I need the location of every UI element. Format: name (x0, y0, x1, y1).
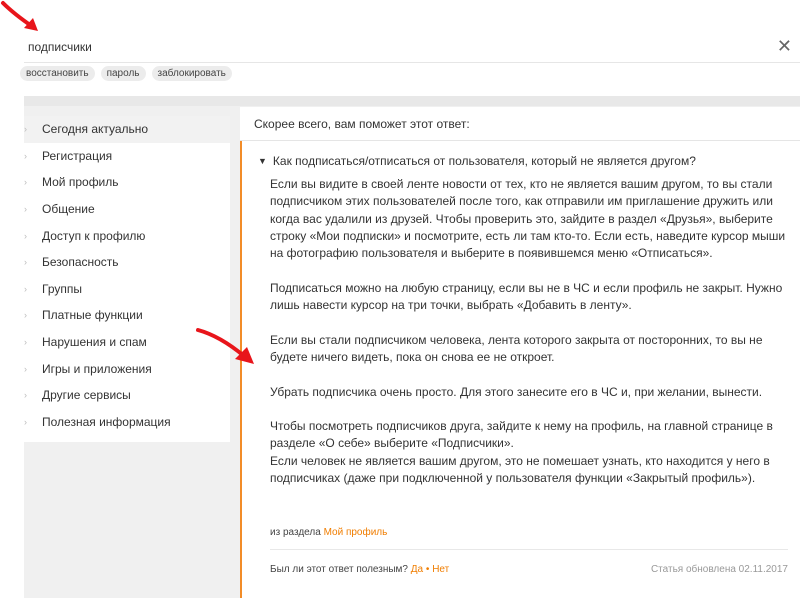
chevron-right-icon: › (24, 204, 27, 215)
answer-paragraph: Чтобы посмотреть подписчиков друга, зайд… (270, 419, 773, 451)
feedback-separator: • (425, 564, 430, 575)
updated-date: Статья обновлена 02.11.2017 (650, 564, 788, 575)
sidebar-item-groups[interactable]: › Группы (24, 276, 230, 303)
chevron-right-icon: › (24, 416, 27, 427)
chevron-right-icon: › (24, 337, 27, 348)
sidebar-item-label: Мой профиль (42, 175, 119, 190)
sidebar-item-paid-features[interactable]: › Платные функции (24, 302, 230, 329)
answer-paragraph: Если вы стали подписчиком человека, лент… (270, 332, 763, 364)
sidebar-item-my-profile[interactable]: › Мой профиль (24, 169, 230, 196)
suggestion-chip[interactable]: заблокировать (151, 66, 232, 81)
sidebar-item-label: Другие сервисы (42, 388, 131, 403)
chevron-right-icon: › (24, 390, 27, 401)
sidebar-item-communication[interactable]: › Общение (24, 196, 230, 223)
answer-panel: Скорее всего, вам поможет этот ответ: ▼ … (240, 107, 800, 598)
sidebar-item-label: Группы (42, 281, 82, 296)
question-toggle[interactable]: ▼ Как подписаться/отписаться от пользова… (258, 154, 696, 168)
section-link[interactable]: Мой профиль (324, 527, 388, 538)
divider (270, 549, 788, 550)
chevron-right-icon: › (24, 310, 27, 321)
chevron-right-icon: › (24, 283, 27, 294)
question-title: Как подписаться/отписаться от пользовате… (272, 154, 696, 168)
chevron-right-icon: › (24, 150, 27, 161)
chevron-right-icon: › (24, 230, 27, 241)
chevron-right-icon: › (24, 177, 27, 188)
feedback-question: Был ли этот ответ полезным? (270, 564, 408, 575)
sidebar-item-label: Регистрация (42, 148, 113, 163)
triangle-down-icon: ▼ (258, 156, 267, 166)
chevron-right-icon: › (24, 363, 27, 374)
answer-article: ▼ Как подписаться/отписаться от пользова… (240, 141, 800, 598)
suggestion-chip[interactable]: восстановить (20, 66, 95, 81)
search-area: ✕ восстановить пароль заблокировать (0, 0, 800, 96)
search-input[interactable] (28, 40, 728, 54)
sidebar-item-label: Доступ к профилю (42, 228, 146, 243)
chevron-right-icon: › (24, 257, 27, 268)
search-suggestions: восстановить пароль заблокировать (20, 66, 232, 81)
sidebar-item-label: Игры и приложения (42, 361, 152, 376)
sidebar-item-registration[interactable]: › Регистрация (24, 143, 230, 170)
sidebar-item-label: Нарушения и спам (42, 335, 147, 350)
suggestion-chip[interactable]: пароль (100, 66, 146, 81)
sidebar-item-games[interactable]: › Игры и приложения (24, 355, 230, 382)
sidebar-item-useful-info[interactable]: › Полезная информация (24, 409, 230, 436)
chevron-right-icon: › (24, 124, 27, 135)
help-page: › Сегодня актуально › Регистрация › Мой про… (24, 96, 800, 598)
sidebar-item-today[interactable]: › Сегодня актуально (24, 116, 230, 143)
top-strip (24, 96, 800, 106)
answer-body: Если вы видите в своей ленте новости от … (270, 176, 790, 487)
feedback-no-link[interactable]: Нет (432, 564, 449, 575)
answer-paragraph: Если вы видите в своей ленте новости от … (270, 177, 786, 261)
feedback-yes-link[interactable]: Да (411, 564, 423, 575)
sidebar-item-label: Сегодня актуально (42, 122, 149, 137)
sidebar-item-other-services[interactable]: › Другие сервисы (24, 382, 230, 409)
answer-paragraph: Убрать подписчика очень просто. Для этог… (270, 384, 763, 399)
answer-panel-title: Скорее всего, вам поможет этот ответ: (240, 107, 800, 141)
sidebar-item-label: Безопасность (42, 255, 119, 270)
sidebar-item-violations[interactable]: › Нарушения и спам (24, 329, 230, 356)
section-prefix: из раздела (270, 527, 321, 538)
sidebar-item-label: Платные функции (42, 308, 143, 323)
close-icon[interactable]: ✕ (777, 37, 792, 55)
answer-paragraph: Если человек не является вашим другом, э… (270, 453, 770, 486)
answer-paragraph: Подписаться можно на любую страницу, есл… (270, 280, 783, 313)
sidebar-item-security[interactable]: › Безопасность (24, 249, 230, 276)
sidebar-item-label: Общение (42, 202, 95, 217)
search-box: ✕ (24, 33, 800, 63)
sidebar-item-label: Полезная информация (42, 414, 171, 429)
sidebar: › Сегодня актуально › Регистрация › Мой про… (24, 116, 230, 442)
sidebar-item-profile-access[interactable]: › Доступ к профилю (24, 222, 230, 249)
section-reference: из раздела Мой профиль (270, 527, 387, 538)
feedback: Был ли этот ответ полезным? Да • Нет (270, 564, 449, 575)
